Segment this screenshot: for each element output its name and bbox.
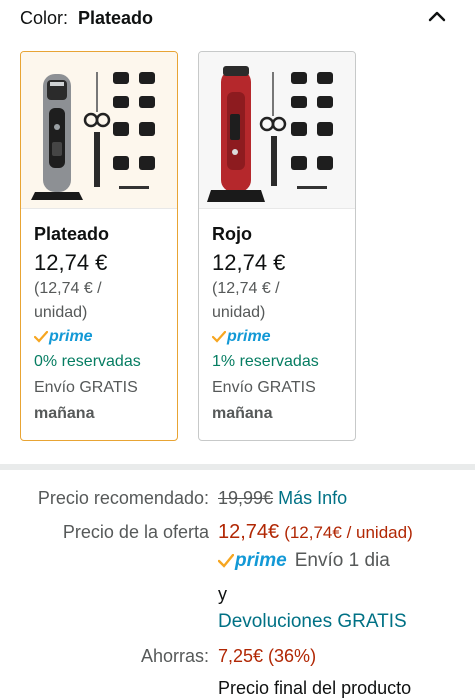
selected-color-value: Plateado <box>78 7 154 28</box>
prime-label: prime <box>227 328 271 345</box>
savings-row: Ahorras: 7,25€ (36%) <box>0 644 475 668</box>
color-label: Color: <box>20 7 69 28</box>
variant-name: Rojo <box>212 224 252 244</box>
offer-price-value: 12,74€ <box>218 521 280 543</box>
offer-unit-price: (12,74€ / unidad) <box>284 523 413 542</box>
offer-price-row: Precio de la oferta 12,74€ (12,74€ / uni… <box>0 520 475 544</box>
variant-price: 12,74 € <box>212 250 286 275</box>
variant-shipping: Envío GRATIS <box>212 379 316 396</box>
conjunction-text: y <box>218 584 227 604</box>
final-price-text: Precio final del producto <box>218 678 412 698</box>
savings-value: 7,25€ (36%) <box>218 646 317 666</box>
variant-unit-price-cont: unidad) <box>34 304 88 321</box>
variant-unit-price: (12,74 € / <box>34 280 102 297</box>
variant-image-plateado <box>21 52 177 209</box>
variant-delivery-day: mañana <box>34 405 95 422</box>
variant-card-rojo[interactable]: Rojo 12,74 € (12,74 € / unidad) prime 1%… <box>198 51 356 441</box>
variant-name: Plateado <box>34 224 110 244</box>
prime-check-icon <box>212 331 226 343</box>
variant-shipping: Envío GRATIS <box>34 379 138 396</box>
recommended-price-label: Precio recomendado: <box>37 488 209 508</box>
more-info-link[interactable]: Más Info <box>278 488 347 508</box>
collapse-button[interactable] <box>425 6 449 26</box>
variant-reserved: 0% reservadas <box>34 353 141 370</box>
variant-unit-price: (12,74 € / <box>212 280 280 297</box>
prime-check-icon <box>218 554 234 568</box>
variant-price: 12,74 € <box>34 250 108 275</box>
color-selector-header: Color: Plateado <box>20 0 475 36</box>
variant-reserved: 1% reservadas <box>212 353 319 370</box>
chevron-up-icon <box>428 11 446 22</box>
variant-image-rojo <box>199 52 355 209</box>
section-divider <box>0 464 475 470</box>
variant-delivery-day: mañana <box>212 405 273 422</box>
free-returns-link[interactable]: Devoluciones GRATIS <box>218 610 407 634</box>
prime-label: prime <box>235 550 287 571</box>
variant-card-plateado[interactable]: Plateado 12,74 € (12,74 € / unidad) prim… <box>20 51 178 441</box>
prime-check-icon <box>34 331 48 343</box>
recommended-price-row: Precio recomendado: 19,99€ Más Info <box>0 486 475 510</box>
variant-unit-price-cont: unidad) <box>212 304 266 321</box>
savings-label: Ahorras: <box>140 646 209 666</box>
offer-price-label: Precio de la oferta <box>62 522 209 542</box>
recommended-price-value: 19,99€ <box>218 488 274 508</box>
shipping-text: Envío 1 dia <box>294 550 390 571</box>
prime-label: prime <box>49 328 93 345</box>
prime-badge: prime <box>212 325 355 349</box>
prime-shipping-row: prime Envío 1 dia <box>218 548 468 574</box>
prime-badge: prime <box>34 325 177 349</box>
